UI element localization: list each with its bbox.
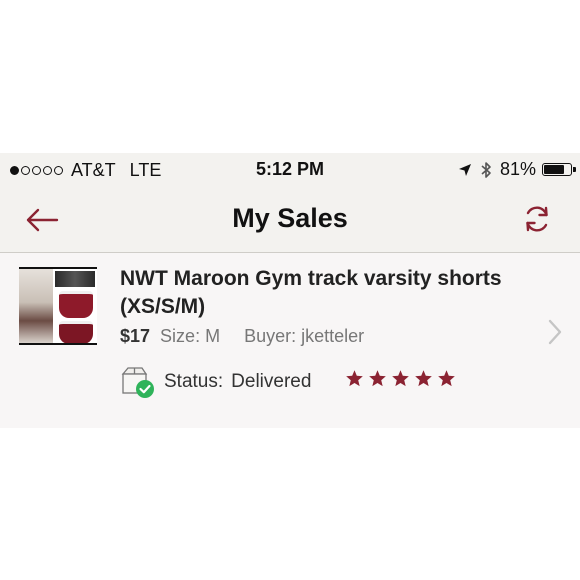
- sale-list-item[interactable]: NWT Maroon Gym track varsity shorts (XS/…: [0, 253, 580, 428]
- battery-icon: [542, 163, 576, 176]
- page-title: My Sales: [232, 203, 348, 233]
- star-icon: [414, 369, 433, 388]
- status-icons: 81%: [458, 159, 576, 180]
- status-label: Status:: [164, 371, 224, 392]
- refresh-button[interactable]: [518, 200, 556, 238]
- thumbnail-model-photo: [19, 269, 53, 343]
- star-icon: [391, 369, 410, 388]
- location-arrow-icon: [458, 163, 472, 177]
- bluetooth-icon: [480, 161, 492, 179]
- thumbnail-shorts-photo: [55, 271, 95, 287]
- delivered-package-icon: [120, 365, 156, 399]
- item-thumbnail: [19, 267, 97, 345]
- battery-level-fill: [544, 165, 565, 174]
- item-meta: $17 Size: M Buyer: jketteler: [120, 326, 364, 347]
- status-value: Delivered: [231, 371, 312, 392]
- item-price: $17: [120, 326, 151, 346]
- rating-stars: [345, 369, 460, 388]
- thumbnail-shorts-photo: [59, 321, 93, 343]
- refresh-icon: [526, 206, 548, 232]
- item-title: NWT Maroon Gym track varsity shorts (XS/…: [120, 267, 502, 318]
- star-icon: [345, 369, 364, 388]
- star-icon: [368, 369, 387, 388]
- item-size: Size: M: [160, 326, 221, 346]
- battery-percent: 81%: [499, 159, 536, 179]
- phone-screen: AT&T LTE 5:12 PM 81% My Sales NWT Maroon…: [0, 153, 580, 428]
- thumbnail-shorts-photo: [59, 291, 93, 318]
- battery-nub: [573, 167, 576, 172]
- item-buyer: Buyer: jketteler: [244, 326, 365, 346]
- chevron-right-icon: [548, 319, 562, 345]
- status-bar: AT&T LTE 5:12 PM 81%: [0, 153, 580, 187]
- nav-bar: My Sales: [0, 187, 580, 253]
- screen: AT&T LTE 5:12 PM 81% My Sales NWT Maroon…: [0, 0, 580, 580]
- order-status: Status: Delivered: [120, 365, 311, 399]
- star-icon: [437, 369, 456, 388]
